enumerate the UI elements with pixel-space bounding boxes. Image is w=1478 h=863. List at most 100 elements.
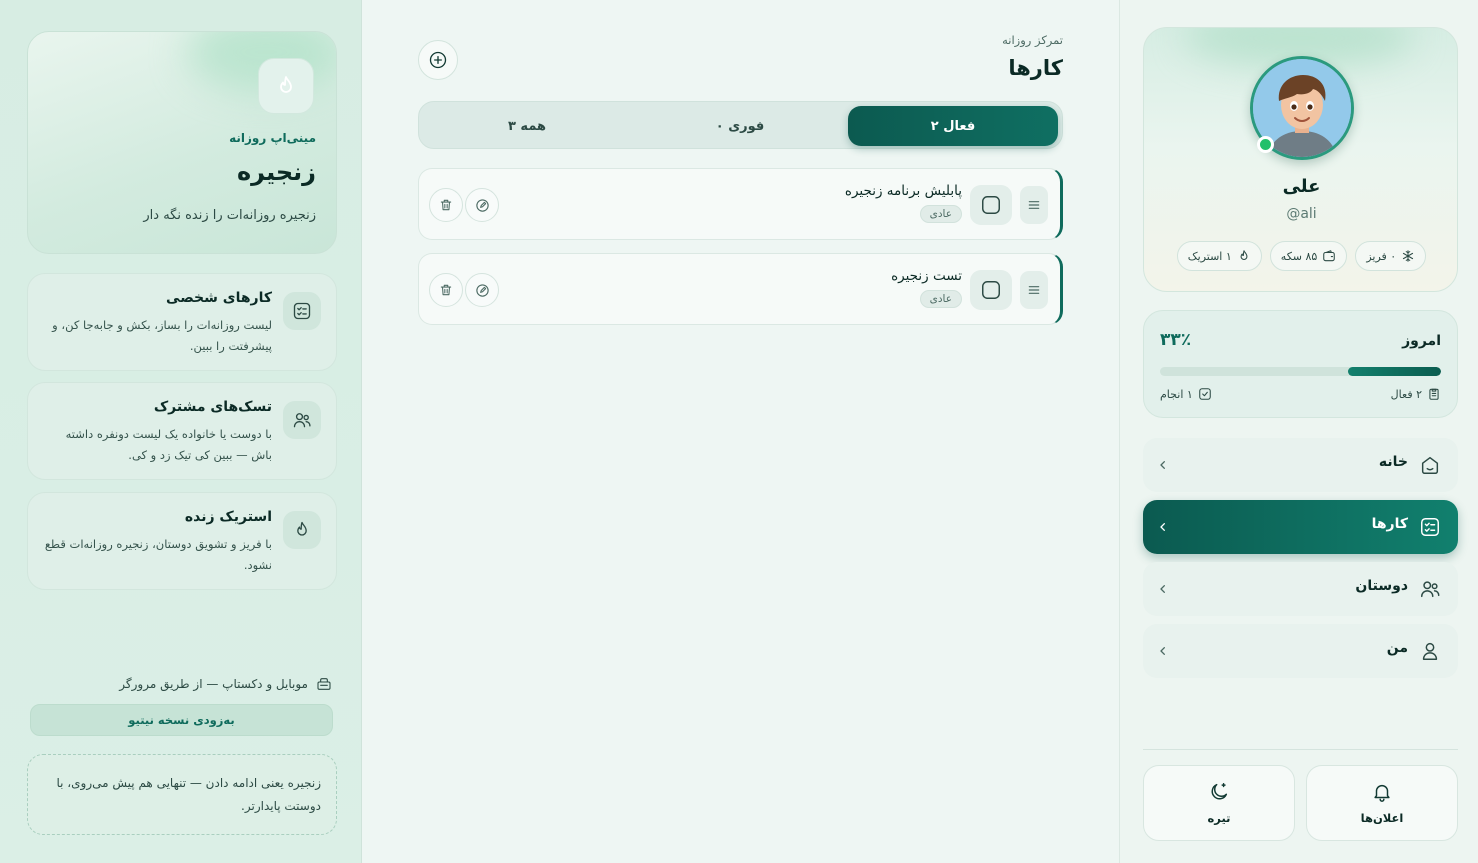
checklist-icon — [283, 292, 321, 330]
delete-task-button[interactable] — [429, 273, 463, 307]
flame-icon — [1240, 250, 1248, 260]
task-item: تست زنجیره عادی — [418, 253, 1063, 325]
edit-task-button[interactable] — [465, 188, 499, 222]
task-item: پابلیش برنامه زنجیره عادی — [418, 168, 1063, 240]
wallet-icon — [1323, 250, 1336, 262]
today-label: امروز — [1402, 333, 1441, 349]
devices-icon — [316, 676, 332, 692]
edit-icon — [475, 198, 489, 212]
online-indicator — [1257, 136, 1274, 153]
tab-urgent[interactable]: فوری ۰ — [635, 106, 845, 146]
chevron-left-icon — [1160, 461, 1165, 469]
freeze-chip-label: ۰ فریز — [1366, 249, 1397, 263]
hero-kicker: مینی‌اپ روزانه — [229, 131, 316, 145]
active-count-text: ۲ فعال — [1390, 387, 1422, 401]
profile-stats: ۱ استریک ۸۵ سکه ۰ فریز — [1144, 241, 1457, 271]
done-count-text: ۱ انجام — [1160, 387, 1193, 401]
delete-task-button[interactable] — [429, 188, 463, 222]
page-title: کارها — [1008, 56, 1063, 80]
feature-title: کارهای شخصی — [166, 290, 272, 306]
feature-title: استریک زنده — [184, 509, 272, 525]
feature-desc: با فریز و تشویق دوستان، زنجیره روزانه‌ات… — [44, 537, 272, 572]
moon-icon — [1211, 783, 1228, 800]
nav-item-tasks[interactable]: کارها — [1143, 500, 1458, 554]
chevron-left-icon — [1160, 523, 1165, 531]
nav-item-label: دوستان — [1355, 578, 1408, 594]
drag-handle[interactable] — [1020, 186, 1048, 224]
progress-bar-fill — [1348, 367, 1441, 376]
edit-task-button[interactable] — [465, 273, 499, 307]
nav-item-label: خانه — [1378, 454, 1408, 470]
hero-subtitle: زنجیره روزانه‌ات را زنده نگه دار — [143, 208, 316, 223]
today-percent: ۳۳٪ — [1160, 330, 1192, 350]
today-progress-card: امروز ۳۳٪ ۲ فعال ۱ انجام — [1143, 310, 1458, 418]
menu-icon — [1028, 201, 1040, 209]
done-count: ۱ انجام — [1160, 387, 1212, 401]
plus-circle-icon — [429, 51, 447, 69]
feature-desc: با دوست یا خانواده یک لیست دونفره داشته … — [65, 427, 272, 462]
add-task-button[interactable] — [418, 40, 458, 80]
users-icon — [1418, 577, 1442, 601]
feature-card-live-streak: استریک زنده با فریز و تشویق دوستان، زنجی… — [27, 492, 337, 590]
filter-tabs: فعال ۲ فوری ۰ همه ۳ — [418, 101, 1063, 149]
sidebar-divider — [1143, 749, 1458, 750]
user-icon — [1418, 639, 1442, 663]
task-title: پابلیش برنامه زنجیره — [844, 183, 962, 199]
page-kicker: تمرکز روزانه — [1002, 33, 1063, 47]
active-count: ۲ فعال — [1391, 387, 1441, 401]
platform-note: موبایل و دکستاپ — از طریق مرورگر — [119, 676, 332, 692]
platform-note-text: موبایل و دکستاپ — از طریق مرورگر — [119, 677, 308, 691]
drag-handle[interactable] — [1020, 271, 1048, 309]
task-checkbox[interactable] — [970, 270, 1012, 310]
menu-icon — [1028, 286, 1040, 294]
chevron-left-icon — [1160, 647, 1165, 655]
snowflake-icon — [1403, 250, 1414, 262]
native-version-button[interactable]: به‌زودی نسخه نیتیو — [30, 704, 333, 736]
main-content: تمرکز روزانه کارها فعال ۲ فوری ۰ همه ۳ پ… — [362, 0, 1119, 863]
task-priority-tag: عادی — [919, 205, 962, 223]
nav-item-friends[interactable]: دوستان — [1143, 562, 1458, 616]
hero-title: زنجیره — [236, 158, 316, 186]
notifications-button[interactable]: اعلان‌ها — [1306, 765, 1458, 841]
feature-card-personal-tasks: کارهای شخصی لیست روزانه‌ات را بساز، بکش … — [27, 273, 337, 371]
users-icon — [283, 401, 321, 439]
sidebar: علی @ali ۱ استریک ۸۵ سکه ۰ فریز امروز ۳۳… — [1119, 0, 1478, 863]
edit-icon — [475, 283, 489, 297]
feature-card-shared-tasks: تسک‌های مشترک با دوست یا خانواده یک لیست… — [27, 382, 337, 480]
clipboard-icon — [1429, 388, 1439, 400]
trash-icon — [440, 199, 452, 211]
task-title: تست زنجیره — [891, 268, 962, 284]
streak-chip[interactable]: ۱ استریک — [1176, 241, 1262, 271]
streak-chip-label: ۱ استریک — [1187, 249, 1232, 263]
nav-item-me[interactable]: من — [1143, 624, 1458, 678]
profile-card: علی @ali ۱ استریک ۸۵ سکه ۰ فریز — [1143, 27, 1458, 292]
hero-card: مینی‌اپ روزانه زنجیره زنجیره روزانه‌ات ر… — [27, 31, 337, 254]
chevron-left-icon — [1160, 585, 1165, 593]
flame-icon — [283, 511, 321, 549]
theme-toggle-button[interactable]: تیره — [1143, 765, 1295, 841]
flame-icon — [258, 58, 314, 114]
task-priority-tag: عادی — [919, 290, 962, 308]
nav-item-label: کارها — [1371, 516, 1408, 532]
left-panel: مینی‌اپ روزانه زنجیره زنجیره روزانه‌ات ر… — [0, 0, 362, 863]
feature-title: تسک‌های مشترک — [153, 399, 272, 415]
tasks-icon — [1418, 515, 1442, 539]
task-checkbox[interactable] — [970, 185, 1012, 225]
tab-all[interactable]: همه ۳ — [422, 106, 632, 146]
bell-icon — [1374, 784, 1390, 802]
home-icon — [1418, 453, 1442, 477]
notifications-label: اعلان‌ها — [1360, 811, 1404, 825]
profile-handle: @ali — [1286, 206, 1317, 222]
feature-desc: لیست روزانه‌ات را بساز، بکش و جابه‌جا کن… — [52, 318, 272, 353]
coins-chip[interactable]: ۸۵ سکه — [1269, 241, 1348, 271]
tab-active[interactable]: فعال ۲ — [848, 106, 1058, 146]
nav-item-label: من — [1386, 640, 1408, 656]
progress-bar — [1160, 367, 1441, 376]
profile-name: علی — [1282, 176, 1321, 197]
freeze-chip[interactable]: ۰ فریز — [1355, 241, 1427, 271]
nav-item-home[interactable]: خانه — [1143, 438, 1458, 492]
theme-label: تیره — [1207, 811, 1231, 825]
coins-chip-label: ۸۵ سکه — [1280, 249, 1318, 263]
trash-icon — [440, 284, 452, 296]
check-square-icon — [1199, 388, 1211, 400]
